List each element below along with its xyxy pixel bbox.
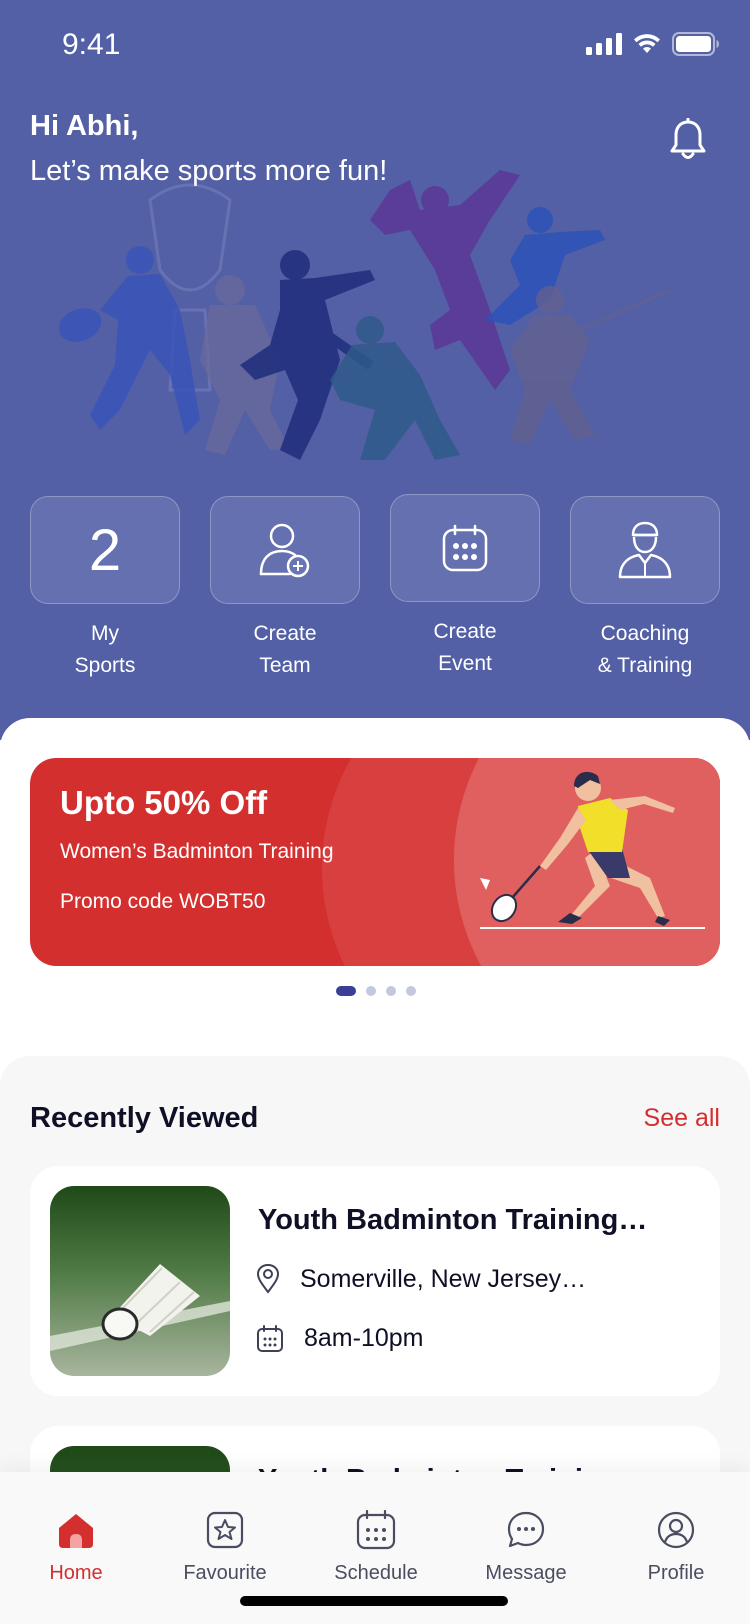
tab-favourite[interactable]: Favourite	[165, 1508, 285, 1585]
item-time-row: 8am-10pm	[256, 1324, 424, 1353]
quick-action-create-event[interactable]: Create Event	[390, 494, 540, 680]
tab-home[interactable]: Home	[16, 1508, 136, 1585]
profile-icon	[657, 1511, 695, 1549]
my-sports-count: 2	[88, 517, 122, 583]
see-all-link[interactable]: See all	[644, 1104, 720, 1133]
tab-message[interactable]: Message	[466, 1508, 586, 1585]
status-time: 9:41	[62, 28, 121, 61]
coaching-label: Coaching & Training	[597, 622, 693, 677]
create-team-tile[interactable]	[210, 496, 360, 604]
section-title: Recently Viewed	[30, 1102, 259, 1134]
shuttlecock-photo	[50, 1186, 230, 1376]
tab-home-label: Home	[49, 1562, 103, 1584]
my-sports-label: My Sports	[74, 622, 136, 677]
hero-header: 9:41 Hi Abhi, Let’s make sports more fun…	[0, 0, 750, 740]
calendar-icon	[356, 1510, 396, 1550]
calendar-icon	[442, 524, 488, 572]
item-title: Youth Badminton Training…	[258, 1204, 648, 1236]
pagination-dot[interactable]	[406, 986, 416, 996]
tab-schedule-label: Schedule	[334, 1562, 418, 1584]
badminton-player-illustration	[480, 771, 705, 929]
my-sports-tile[interactable]: 2	[30, 496, 180, 604]
tab-schedule[interactable]: Schedule	[316, 1508, 436, 1585]
promo-title: Upto 50% Off	[60, 784, 268, 821]
create-team-label: Create Team	[253, 622, 317, 677]
quick-action-create-team[interactable]: Create Team	[210, 496, 360, 682]
item-time: 8am-10pm	[304, 1324, 424, 1352]
create-event-label: Create Event	[433, 620, 497, 675]
item-location-row: Somerville, New Jersey…	[256, 1264, 586, 1294]
quick-action-coaching[interactable]: Coaching & Training	[570, 496, 720, 682]
shuttlecock-image	[50, 1186, 230, 1376]
create-event-tile[interactable]	[390, 494, 540, 602]
add-user-icon	[259, 523, 310, 578]
location-pin-icon	[256, 1264, 280, 1294]
pagination-dot-active[interactable]	[336, 986, 356, 996]
status-bar: 9:41	[0, 0, 750, 92]
tab-message-label: Message	[485, 1562, 567, 1584]
coaching-tile[interactable]	[570, 496, 720, 604]
home-indicator	[240, 1596, 508, 1606]
list-item[interactable]: Youth Badminton Training… Somerville, Ne…	[30, 1166, 720, 1396]
pagination-dot[interactable]	[366, 986, 376, 996]
wifi-icon	[634, 34, 660, 53]
star-icon	[206, 1511, 244, 1549]
coach-icon	[618, 521, 672, 579]
promo-code: Promo code WOBT50	[60, 890, 266, 913]
battery-icon	[672, 32, 719, 56]
quick-action-my-sports[interactable]: 2 My Sports	[30, 496, 180, 682]
sports-silhouettes-illustration	[58, 170, 671, 460]
promo-banner[interactable]: Upto 50% Off Women’s Badminton Training …	[30, 758, 720, 966]
pagination-dot[interactable]	[386, 986, 396, 996]
tab-favourite-label: Favourite	[183, 1562, 267, 1584]
promo-subtitle: Women’s Badminton Training	[60, 840, 334, 863]
bell-icon[interactable]	[668, 118, 708, 162]
chat-icon	[507, 1511, 545, 1548]
greeting-name: Hi Abhi,	[30, 110, 139, 142]
signal-icon	[586, 33, 622, 55]
tab-profile[interactable]: Profile	[616, 1508, 736, 1585]
item-location: Somerville, New Jersey…	[300, 1264, 587, 1293]
tab-profile-label: Profile	[647, 1562, 705, 1584]
home-icon	[59, 1514, 93, 1548]
status-icons	[586, 32, 720, 56]
promo-pagination	[336, 986, 416, 996]
calendar-icon	[257, 1324, 283, 1352]
quick-actions: 2 My Sports Create Team Create Event Coa…	[30, 494, 722, 696]
